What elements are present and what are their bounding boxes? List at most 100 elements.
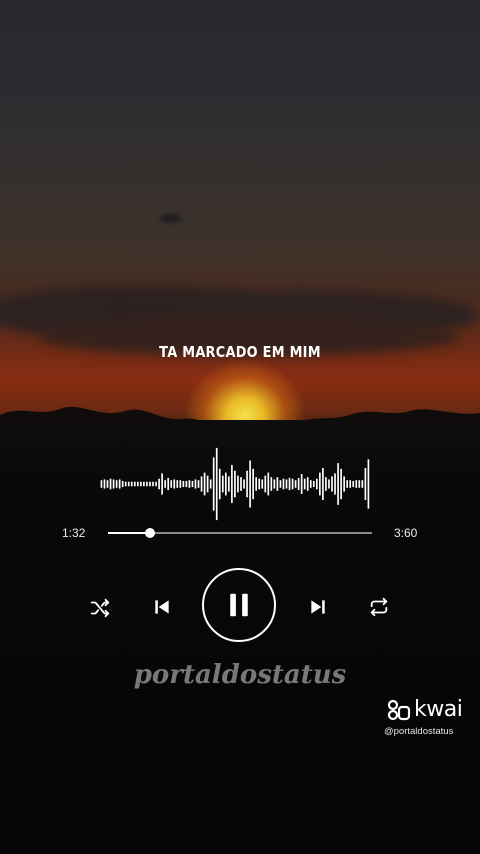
waveform-bar — [140, 481, 142, 487]
total-time: 3:60 — [394, 526, 418, 540]
waveform-bar — [267, 472, 270, 496]
waveform-bar — [124, 481, 127, 487]
waveform-bar — [173, 479, 176, 489]
waveform-bar — [352, 480, 355, 488]
waveform-bar — [221, 475, 224, 493]
waveform-bar — [312, 480, 315, 488]
waveform-bar — [206, 475, 209, 493]
waveform-bar — [288, 477, 291, 491]
kwai-brand: kwai — [414, 697, 463, 722]
waveform-bar — [343, 476, 345, 492]
waveform-bar — [331, 476, 333, 492]
waveform-bar — [340, 468, 342, 500]
waveform-bar — [197, 480, 200, 488]
kwai-icon — [387, 699, 411, 720]
waveform-bar — [349, 480, 352, 488]
waveform-bar — [130, 481, 133, 487]
bird — [160, 214, 182, 223]
shuffle-button[interactable] — [88, 596, 112, 620]
waveform-bar — [179, 480, 182, 488]
progress-bar[interactable] — [108, 528, 372, 538]
waveform-bar — [194, 479, 197, 489]
waveform-bar — [367, 459, 370, 509]
waveform-bar — [185, 480, 188, 488]
waveform-bar — [240, 477, 242, 491]
waveform-bar — [337, 463, 339, 505]
waveform-bar — [319, 472, 321, 496]
waveform-bar — [133, 481, 136, 487]
waveform-bar — [170, 480, 173, 488]
waveform-bar — [146, 481, 148, 487]
waveform-bar — [316, 478, 318, 490]
audio-waveform — [100, 447, 370, 521]
waveform-bar — [291, 478, 294, 490]
shuffle-icon — [90, 598, 110, 618]
skip-previous-icon — [155, 600, 169, 614]
waveform-bar — [270, 477, 273, 491]
waveform-bar — [103, 479, 106, 489]
waveform-bar — [282, 478, 285, 490]
waveform-bar — [109, 478, 112, 490]
progress-fill — [108, 532, 151, 534]
waveform-bar — [115, 480, 118, 488]
skip-next-icon — [311, 600, 325, 614]
repeat-button[interactable] — [367, 595, 391, 619]
waveform-bar — [306, 477, 309, 491]
waveform-bar — [200, 476, 203, 492]
waveform-bar — [328, 479, 330, 489]
repeat-icon — [370, 597, 388, 617]
waveform-bar — [322, 468, 324, 500]
waveform-bar — [358, 480, 361, 488]
waveform-bar — [252, 468, 254, 500]
waveform-bar — [152, 481, 154, 487]
waveform-bar — [361, 480, 364, 488]
waveform-bar — [249, 460, 251, 508]
current-time: 1:32 — [62, 526, 86, 540]
waveform-bar — [325, 477, 327, 491]
waveform-bar — [309, 480, 312, 488]
waveform-bar — [297, 477, 300, 491]
waveform-bar — [106, 480, 109, 488]
pause-button[interactable] — [202, 568, 276, 642]
waveform-bar — [161, 473, 163, 495]
waveform-bar — [176, 480, 179, 488]
waveform-bar — [258, 478, 261, 490]
waveform-bar — [300, 474, 303, 494]
waveform-bar — [112, 479, 115, 489]
song-title: TA MARCADO EM MIM — [159, 343, 321, 361]
waveform-bar — [276, 477, 279, 491]
waveform-bar — [355, 480, 358, 488]
waveform-bar — [294, 480, 297, 488]
waveform-bar — [364, 468, 367, 500]
waveform-bar — [231, 465, 233, 503]
kwai-handle: @portaldostatus — [384, 726, 454, 737]
waveform-bar — [191, 480, 194, 488]
waveform-bar — [203, 472, 206, 496]
waveform-bar — [209, 479, 212, 489]
watermark-text: portaldostatus — [133, 660, 347, 690]
waveform-bar — [303, 478, 306, 490]
previous-button[interactable] — [150, 595, 174, 619]
waveform-bar — [228, 476, 230, 492]
waveform-bar — [334, 473, 336, 495]
waveform-bar — [149, 481, 151, 487]
waveform-bar — [264, 475, 267, 493]
waveform-bar — [158, 478, 160, 490]
kwai-logo: kwai — [386, 697, 463, 722]
waveform-bar — [182, 480, 185, 488]
waveform-bar — [100, 480, 103, 488]
waveform-bar — [164, 480, 166, 488]
waveform-bar — [167, 477, 170, 491]
waveform-bar — [285, 479, 288, 489]
waveform-bar — [127, 481, 130, 487]
waveform-bar — [121, 480, 124, 488]
waveform-bar — [188, 480, 191, 488]
next-button[interactable] — [306, 595, 330, 619]
waveform-bar — [273, 479, 276, 489]
waveform-bar — [234, 470, 236, 498]
waveform-bar — [137, 481, 139, 487]
waveform-bar — [246, 470, 248, 498]
waveform-bar — [243, 479, 245, 489]
waveform-bar — [237, 475, 239, 493]
waveform-bar — [224, 472, 227, 496]
